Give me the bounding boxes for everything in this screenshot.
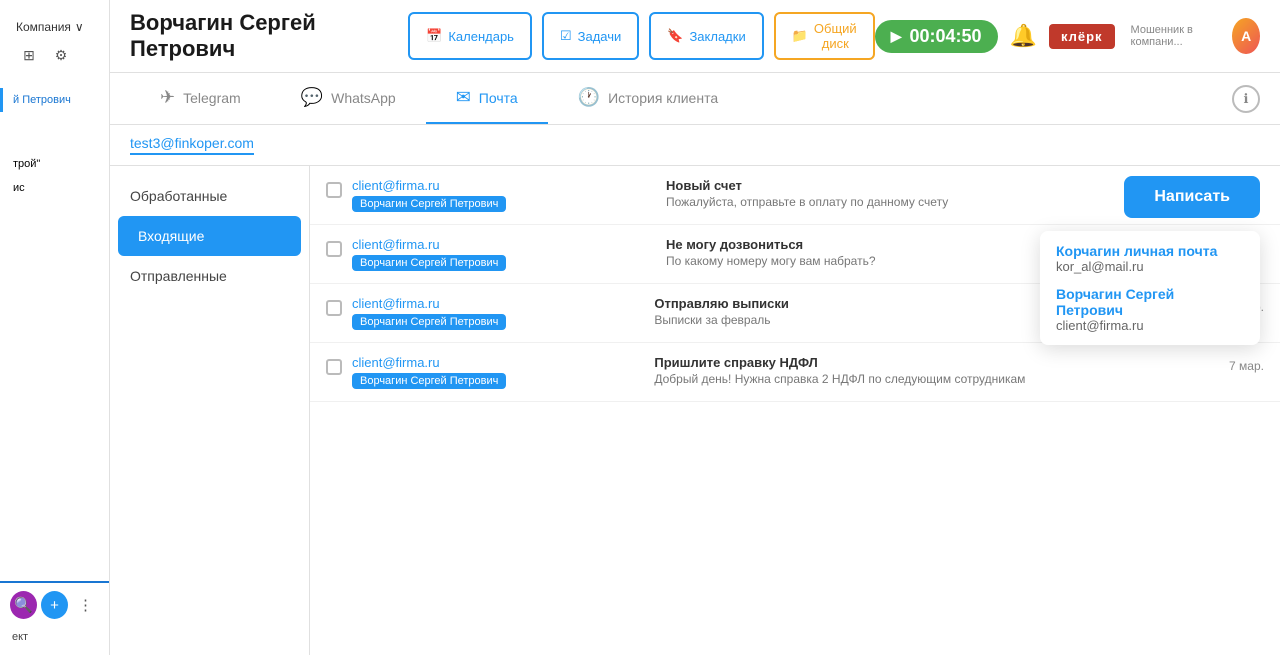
action-buttons: 📅 Календарь ☑ Задачи 🔖 Закладки 📁 Общий … bbox=[408, 12, 875, 60]
email-from-1: client@firma.ru bbox=[352, 178, 646, 193]
dropdown-email-2: client@firma.ru bbox=[1056, 318, 1244, 333]
email-from-3: client@firma.ru bbox=[352, 296, 634, 311]
info-button[interactable]: ℹ bbox=[1232, 85, 1260, 113]
email-badge-3: Ворчагин Сергей Петрович bbox=[352, 314, 506, 330]
sidebar-search-icon[interactable]: 🔍 bbox=[10, 591, 37, 619]
email-from-4: client@firma.ru bbox=[352, 355, 634, 370]
play-icon: ▶ bbox=[891, 28, 902, 45]
email-checkbox-2[interactable] bbox=[326, 241, 342, 257]
tab-whatsapp[interactable]: 💬 WhatsApp bbox=[271, 73, 426, 124]
email-badge-1: Ворчагин Сергей Петрович bbox=[352, 196, 506, 212]
email-icon: ✉ bbox=[456, 87, 471, 108]
history-icon: 🕐 bbox=[578, 87, 600, 108]
company-label: Компания bbox=[16, 20, 71, 34]
sidebar-settings-icon[interactable]: ⚙ bbox=[48, 42, 74, 68]
calendar-button[interactable]: 📅 Календарь bbox=[408, 12, 532, 60]
sidebar-contact-name[interactable]: й Петрович bbox=[0, 88, 109, 112]
folder-icon: 📁 bbox=[792, 28, 808, 44]
sidebar-item-1[interactable]: трой" bbox=[0, 152, 109, 176]
write-button[interactable]: Написать bbox=[1124, 176, 1260, 218]
bookmarks-icon: 🔖 bbox=[667, 28, 683, 44]
fraud-badge: Мошенник в компани... bbox=[1131, 24, 1221, 48]
page-title: Ворчагин Сергей Петрович bbox=[130, 10, 388, 62]
email-filter-bar: test3@finkoper.com bbox=[110, 125, 1280, 166]
sidebar-footer-item: ект bbox=[0, 627, 109, 647]
folder-sent[interactable]: Отправленные bbox=[110, 256, 309, 296]
telegram-icon: ✈ bbox=[160, 87, 175, 108]
email-row[interactable]: client@firma.ru Ворчагин Сергей Петрович… bbox=[310, 343, 1280, 402]
left-sidebar: Компания ∨ ⊞ ⚙ й Петрович трой" ис 🔍 + ⋮ bbox=[0, 0, 110, 655]
sidebar-layout-icon[interactable]: ⊞ bbox=[16, 42, 42, 68]
tasks-button[interactable]: ☑ Задачи bbox=[542, 12, 639, 60]
top-bar: Ворчагин Сергей Петрович 📅 Календарь ☑ З… bbox=[110, 0, 1280, 73]
email-badge-4: Ворчагин Сергей Петрович bbox=[352, 373, 506, 389]
tab-email[interactable]: ✉ Почта bbox=[426, 73, 548, 124]
email-checkbox-3[interactable] bbox=[326, 300, 342, 316]
sidebar-menu-icon[interactable]: ⋮ bbox=[72, 591, 99, 619]
tasks-icon: ☑ bbox=[560, 28, 572, 44]
email-main-4: client@firma.ru Ворчагин Сергей Петрович bbox=[352, 355, 634, 389]
dropdown-email-1: kor_al@mail.ru bbox=[1056, 259, 1244, 274]
email-date-4: 7 мар. bbox=[1229, 359, 1264, 373]
email-body-4: Пришлите справку НДФЛ Добрый день! Нужна… bbox=[644, 355, 1219, 386]
sidebar-bottom-bar: 🔍 + ⋮ bbox=[0, 583, 109, 627]
email-checkbox-1[interactable] bbox=[326, 182, 342, 198]
tab-telegram[interactable]: ✈ Telegram bbox=[130, 73, 271, 124]
email-main-1: client@firma.ru Ворчагин Сергей Петрович bbox=[352, 178, 646, 212]
company-chevron-icon: ∨ bbox=[75, 20, 84, 34]
timer-display: 00:04:50 bbox=[909, 26, 981, 47]
timer-button[interactable]: ▶ 00:04:50 bbox=[875, 20, 998, 53]
folders-panel: Обработанные Входящие Отправленные bbox=[110, 166, 310, 655]
email-subject-4: Пришлите справку НДФЛ bbox=[654, 355, 1219, 370]
shared-disk-button[interactable]: 📁 Общий диск bbox=[774, 12, 875, 60]
dropdown-name-2: Ворчагин Сергей Петрович bbox=[1056, 286, 1244, 318]
email-from-2: client@firma.ru bbox=[352, 237, 646, 252]
folder-processed[interactable]: Обработанные bbox=[110, 176, 309, 216]
top-bar-right: ▶ 00:04:50 🔔 клёрк Мошенник в компани...… bbox=[875, 18, 1260, 54]
dropdown-name-1: Корчагин личная почта bbox=[1056, 243, 1244, 259]
sidebar-add-icon[interactable]: + bbox=[41, 591, 68, 619]
calendar-icon: 📅 bbox=[426, 28, 442, 44]
email-preview-4: Добрый день! Нужна справка 2 НДФЛ по сле… bbox=[654, 372, 1219, 386]
dropdown-item-2[interactable]: Ворчагин Сергей Петрович client@firma.ru bbox=[1056, 286, 1244, 333]
write-area: Написать Корчагин личная почта kor_al@ma… bbox=[1124, 176, 1260, 218]
email-main-3: client@firma.ru Ворчагин Сергей Петрович bbox=[352, 296, 634, 330]
bell-icon[interactable]: 🔔 bbox=[1010, 23, 1037, 49]
whatsapp-icon: 💬 bbox=[301, 87, 323, 108]
email-address-filter[interactable]: test3@finkoper.com bbox=[130, 135, 254, 155]
tab-history[interactable]: 🕐 История клиента bbox=[548, 73, 748, 124]
company-button[interactable]: Компания ∨ bbox=[8, 16, 101, 38]
avatar[interactable]: А bbox=[1232, 18, 1260, 54]
dropdown-item-1[interactable]: Корчагин личная почта kor_al@mail.ru bbox=[1056, 243, 1244, 274]
comm-area: ✈ Telegram 💬 WhatsApp ✉ Почта 🕐 История … bbox=[110, 73, 1280, 655]
email-main-2: client@firma.ru Ворчагин Сергей Петрович bbox=[352, 237, 646, 271]
email-badge-2: Ворчагин Сергей Петрович bbox=[352, 255, 506, 271]
klerk-button[interactable]: клёрк bbox=[1049, 24, 1115, 49]
sidebar-item-2[interactable]: ис bbox=[0, 176, 109, 200]
email-content: Обработанные Входящие Отправленные clien… bbox=[110, 166, 1280, 655]
bookmarks-button[interactable]: 🔖 Закладки bbox=[649, 12, 763, 60]
folder-inbox[interactable]: Входящие bbox=[118, 216, 301, 256]
compose-dropdown: Корчагин личная почта kor_al@mail.ru Вор… bbox=[1040, 231, 1260, 345]
tabs: ✈ Telegram 💬 WhatsApp ✉ Почта 🕐 История … bbox=[110, 73, 1280, 125]
email-checkbox-4[interactable] bbox=[326, 359, 342, 375]
